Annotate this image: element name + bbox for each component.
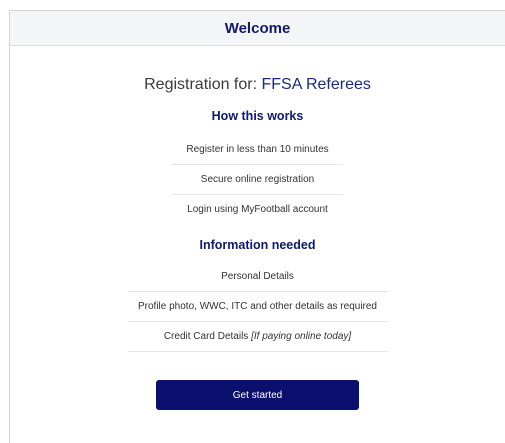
list-item: Login using MyFootball account xyxy=(187,204,328,215)
list-item-text: Personal Details xyxy=(221,271,294,282)
how-it-works-list: Register in less than 10 minutes Secure … xyxy=(172,135,343,224)
list-item: Register in less than 10 minutes xyxy=(172,135,343,165)
organisation-name: FFSA Referees xyxy=(261,76,371,93)
information-needed-list: Personal Details Profile photo, WWC, ITC… xyxy=(127,262,388,352)
how-it-works-heading: How this works xyxy=(211,109,304,123)
panel-header: Welcome xyxy=(10,11,505,46)
panel-content: Registration for: FFSA Referees How this… xyxy=(10,46,505,410)
list-item-note: [If paying online today] xyxy=(251,331,352,342)
registration-prefix: Registration for: xyxy=(144,76,258,93)
registration-panel: Welcome Registration for: FFSA Referees … xyxy=(9,10,505,443)
list-item: Profile photo, WWC, ITC and other detail… xyxy=(127,292,388,322)
registration-title: Registration for: FFSA Referees xyxy=(10,75,505,95)
get-started-button[interactable]: Get started xyxy=(156,380,359,410)
panel-title: Welcome xyxy=(224,19,291,37)
list-item: Credit Card Details [If paying online to… xyxy=(127,322,388,352)
list-item-text: Credit Card Details xyxy=(163,331,252,342)
list-item-text: Profile photo, WWC, ITC and other detail… xyxy=(138,301,377,312)
information-needed-heading: Information needed xyxy=(199,238,316,252)
list-item: Secure online registration xyxy=(172,165,343,195)
list-item: Personal Details xyxy=(127,262,388,292)
